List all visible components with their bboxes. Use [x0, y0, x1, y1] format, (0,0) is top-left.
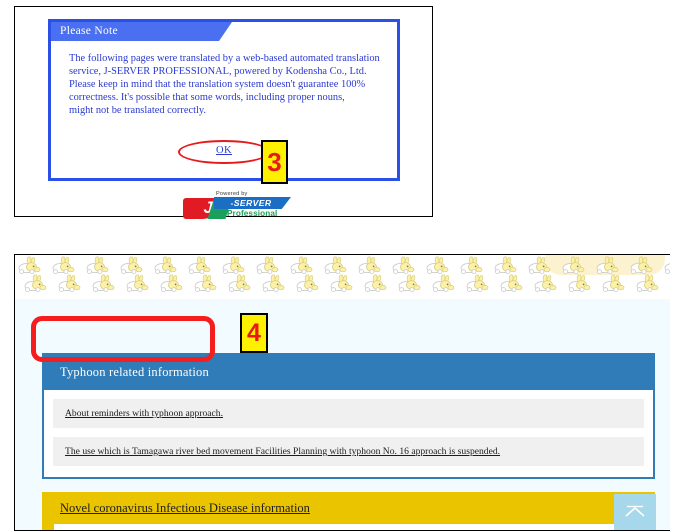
- site-decorative-header: [15, 255, 673, 299]
- translation-notice-panel: Please Note The following pages were tra…: [14, 6, 433, 219]
- bunny-pattern-icon: [21, 273, 51, 293]
- logo-edition-text: Professional: [227, 209, 278, 218]
- dialog-ok-area: OK: [51, 140, 397, 164]
- bunny-pattern-icon: [531, 273, 561, 293]
- bunny-pattern-icon: [259, 273, 289, 293]
- bunny-pattern-icon: [361, 273, 391, 293]
- coronavirus-information-card: Novel coronavirus Infectious Disease inf…: [42, 492, 655, 530]
- bunny-pattern-icon: [389, 255, 419, 275]
- bunny-pattern-icon: [55, 273, 85, 293]
- bunny-pattern-icon: [151, 255, 181, 275]
- list-item[interactable]: About reminders with typhoon approach.: [53, 399, 644, 428]
- bunny-pattern-icon: [15, 255, 45, 275]
- bunny-pattern-icon: [565, 273, 595, 293]
- corona-card-heading: Novel coronavirus Infectious Disease inf…: [42, 492, 655, 524]
- bunny-pattern-icon: [287, 255, 317, 275]
- bunny-pattern-icon: [497, 273, 527, 293]
- logo-wordmark: -SERVER: [230, 198, 272, 208]
- scroll-to-top-button[interactable]: [614, 494, 656, 530]
- bunny-pattern-icon: [157, 273, 187, 293]
- bunny-pattern-icon: [83, 255, 113, 275]
- bunny-pattern-icon: [49, 255, 79, 275]
- ok-button[interactable]: OK: [216, 145, 232, 156]
- bunny-pattern-icon: [253, 255, 283, 275]
- dialog-body-text: The following pages were translated by a…: [69, 53, 380, 117]
- bunny-pattern-icon: [463, 273, 493, 293]
- bunny-pattern-icon: [423, 255, 453, 275]
- bunny-pattern-icon: [627, 255, 657, 275]
- list-item[interactable]: The use which is Tamagawa river bed move…: [53, 437, 644, 466]
- bunny-pattern-icon: [559, 255, 589, 275]
- bunny-pattern-icon: [355, 255, 385, 275]
- corona-card-links: About the Breakout situation of Infectio…: [54, 524, 643, 530]
- bunny-pattern-icon: [633, 273, 663, 293]
- dialog-title: Please Note: [51, 22, 232, 41]
- header-bunny-pattern: [15, 255, 673, 299]
- bunny-pattern-icon: [185, 255, 215, 275]
- bunny-pattern-icon: [225, 273, 255, 293]
- typhoon-card-links: About reminders with typhoon approach. T…: [44, 390, 653, 477]
- bunny-pattern-icon: [525, 255, 555, 275]
- bunny-pattern-icon: [123, 273, 153, 293]
- bunny-pattern-icon: [89, 273, 119, 293]
- jserver-logo: Powered by J -SERVER Professional: [183, 191, 291, 219]
- typhoon-link-1[interactable]: About reminders with typhoon approach.: [65, 408, 223, 419]
- annotation-badge-3: 3: [261, 140, 288, 184]
- typhoon-link-2[interactable]: The use which is Tamagawa river bed move…: [65, 446, 500, 457]
- bunny-pattern-icon: [593, 255, 623, 275]
- bunny-pattern-icon: [219, 255, 249, 275]
- bunny-pattern-icon: [191, 273, 221, 293]
- translated-site-panel: Typhoon related information About remind…: [14, 254, 673, 531]
- translation-notice-dialog: Please Note The following pages were tra…: [48, 19, 400, 181]
- bunny-pattern-icon: [491, 255, 521, 275]
- site-content-area: Typhoon related information About remind…: [15, 299, 673, 530]
- chevron-up-icon: [625, 505, 645, 517]
- bunny-pattern-icon: [327, 273, 357, 293]
- typhoon-card-heading: Typhoon related information: [44, 355, 653, 390]
- bunny-pattern-icon: [293, 273, 323, 293]
- bunny-pattern-icon: [321, 255, 351, 275]
- bunny-pattern-icon: [599, 273, 629, 293]
- bunny-pattern-icon: [457, 255, 487, 275]
- corona-card-heading-text[interactable]: Novel coronavirus Infectious Disease inf…: [60, 501, 310, 515]
- bunny-pattern-icon: [117, 255, 147, 275]
- bunny-pattern-icon: [395, 273, 425, 293]
- annotation-badge-4: 4: [240, 313, 268, 353]
- bunny-pattern-icon: [429, 273, 459, 293]
- typhoon-information-card: Typhoon related information About remind…: [42, 353, 655, 479]
